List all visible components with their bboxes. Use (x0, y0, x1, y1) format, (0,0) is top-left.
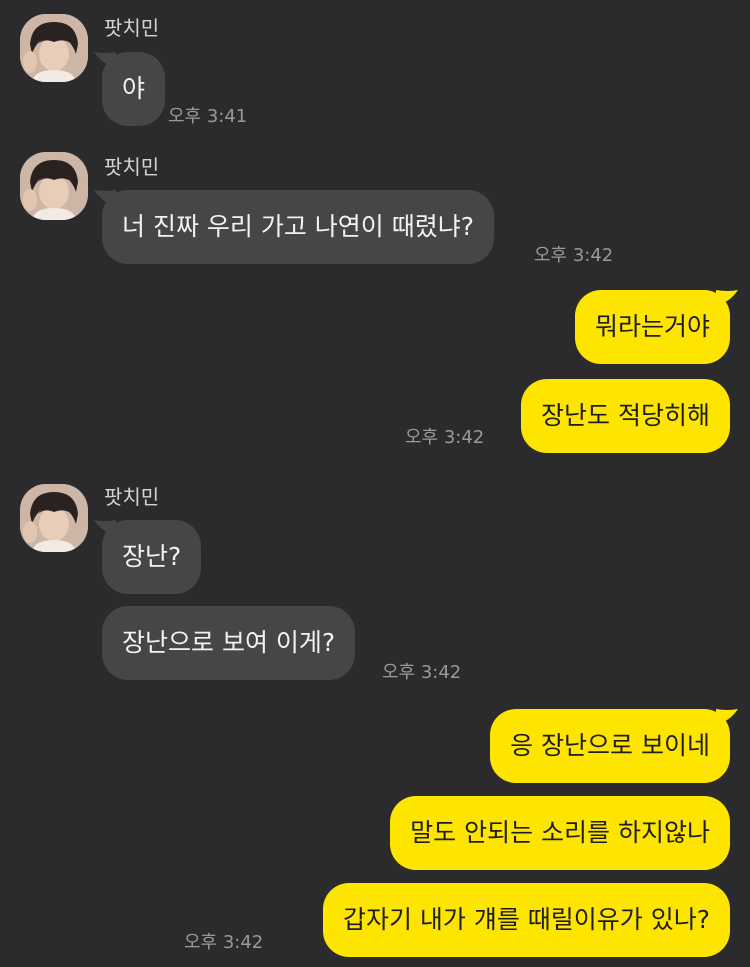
avatar[interactable] (20, 14, 88, 82)
outgoing-message[interactable]: 장난도 적당히해 (521, 379, 730, 453)
incoming-message[interactable]: 장난? (102, 520, 202, 594)
avatar[interactable] (20, 152, 88, 220)
outgoing-message[interactable]: 응 장난으로 보이네 (490, 709, 730, 783)
message-timestamp: 오후 3:42 (184, 932, 264, 953)
outgoing-message[interactable]: 갑자기 내가 걔를 때릴이유가 있나? (322, 883, 730, 957)
outgoing-message[interactable]: 뭐라는거야 (574, 290, 730, 364)
outgoing-message[interactable]: 말도 안되는 소리를 하지않나 (390, 796, 730, 870)
sender-name: 팟치민 (104, 485, 160, 509)
message-timestamp: 오후 3:42 (382, 662, 462, 683)
sender-name: 팟치민 (104, 155, 160, 179)
sender-name: 팟치민 (104, 16, 160, 40)
incoming-message[interactable]: 야 (102, 52, 166, 126)
incoming-message[interactable]: 너 진짜 우리 가고 나연이 때렸냐? (102, 190, 495, 264)
message-timestamp: 오후 3:42 (534, 245, 614, 266)
avatar[interactable] (20, 484, 88, 552)
message-timestamp: 오후 3:41 (168, 106, 248, 127)
incoming-message[interactable]: 장난으로 보여 이게? (102, 606, 356, 680)
message-timestamp: 오후 3:42 (405, 427, 485, 448)
